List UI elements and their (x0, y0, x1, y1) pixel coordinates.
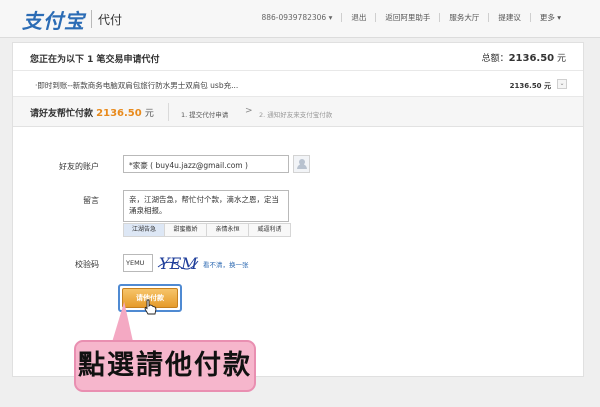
step-notify: 2. 通知好友来支付宝付款 (259, 111, 333, 119)
main-panel: 您正在为以下 1 笔交易申请代付 总额：2136.50 元 ·即时到账--新款商… (12, 42, 584, 377)
contact-body (296, 164, 307, 169)
total-value: 2136.50 (508, 53, 555, 64)
nav-back-ali-helper[interactable]: 返回阿里助手 (376, 13, 441, 22)
order-item-title: ·即时到账--新款商务电脑双肩包旅行防水男士双肩包 usb充... (35, 81, 239, 90)
request-title: 请好友帮忙付款 (30, 109, 94, 119)
template-tab-threat[interactable]: 威逼利诱 (249, 223, 291, 237)
request-bar: 请好友帮忙付款 2136.50 元 1. 提交代付申请 > 2. 通知好友来支付… (13, 97, 583, 127)
nav-account[interactable]: 886-0939782306 ▾ (252, 13, 343, 22)
template-tab-urgent[interactable]: 江湖告急 (123, 223, 165, 237)
account-label: 好友的账户 (59, 162, 99, 171)
nav-more[interactable]: 更多 ▾ (531, 13, 570, 22)
callout-pointer (111, 300, 139, 346)
message-textarea[interactable]: 亲，江湖告急，帮忙付个款，滴水之恩，定当涌泉相报。 (123, 190, 289, 222)
instruction-callout: 點選請他付款 (74, 340, 256, 392)
divider (168, 103, 169, 121)
logo-divider (91, 10, 92, 28)
message-templates: 江湖告急 甜蜜撒娇 亲情永恒 威逼利诱 (123, 223, 291, 237)
alipay-logo[interactable]: 支付宝 代付 (22, 6, 123, 33)
step-arrow: > (245, 106, 253, 116)
nav-feedback[interactable]: 提建议 (489, 13, 531, 22)
top-header: 支付宝 代付 886-0939782306 ▾ 退出 返回阿里助手 服务大厅 提… (0, 0, 600, 38)
top-nav: 886-0939782306 ▾ 退出 返回阿里助手 服务大厅 提建议 更多 ▾ (252, 13, 570, 22)
message-label: 留言 (83, 196, 99, 205)
template-tab-sweet[interactable]: 甜蜜撒娇 (165, 223, 207, 237)
nav-logout[interactable]: 退出 (342, 13, 377, 22)
captcha-refresh-link[interactable]: 看不清，换一张 (203, 259, 249, 269)
logo-subtitle: 代付 (98, 12, 123, 27)
order-item-row: ·即时到账--新款商务电脑双肩包旅行防水男士双肩包 usb充... 2136.5… (13, 71, 583, 97)
captcha-label: 校验码 (75, 260, 99, 269)
friend-account-input[interactable]: *家豪 ( buy4u.jazz@gmail.com ) (123, 155, 289, 173)
order-item-amount: 2136.50 元 (509, 82, 551, 90)
request-label: 请好友帮忙付款 2136.50 元 (30, 106, 154, 119)
captcha-image-text: YEMU (159, 254, 199, 273)
captcha-input[interactable]: YEMU (123, 254, 153, 272)
order-total: 总额：2136.50 元 (482, 51, 566, 64)
total-label: 总额： (481, 54, 509, 64)
hand-cursor-icon (144, 299, 157, 315)
request-amount: 2136.50 (96, 108, 142, 119)
request-unit: 元 (144, 109, 154, 119)
captcha-image[interactable]: YEMU (157, 252, 199, 274)
nav-service-hall[interactable]: 服务大厅 (440, 13, 490, 22)
chevron-down-icon[interactable]: ⌄ (557, 79, 567, 89)
contact-book-icon[interactable] (293, 155, 310, 173)
step-submit: 1. 提交代付申请 (181, 111, 229, 119)
order-summary-header: 您正在为以下 1 笔交易申请代付 总额：2136.50 元 (13, 43, 583, 71)
order-lead-text: 您正在为以下 1 笔交易申请代付 (30, 55, 160, 65)
total-unit: 元 (554, 54, 566, 64)
template-tab-family[interactable]: 亲情永恒 (207, 223, 249, 237)
logo-text: 支付宝 (22, 8, 85, 33)
